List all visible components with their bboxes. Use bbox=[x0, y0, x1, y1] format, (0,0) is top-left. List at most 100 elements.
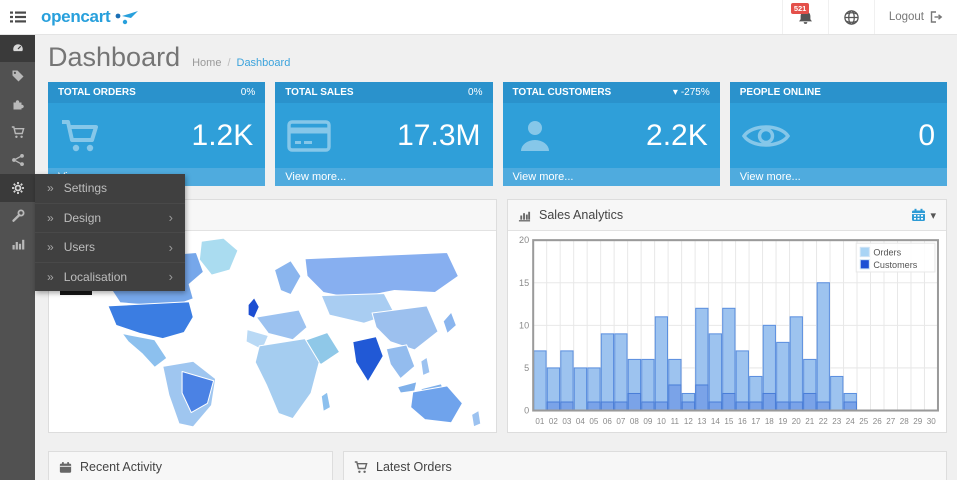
map-uk bbox=[248, 298, 259, 319]
credit-card-icon bbox=[287, 118, 331, 154]
svg-text:09: 09 bbox=[643, 417, 652, 426]
map-russia bbox=[305, 253, 458, 299]
cart-icon bbox=[354, 460, 368, 474]
calendar-icon bbox=[911, 208, 926, 222]
share-icon bbox=[11, 153, 25, 167]
svg-text:05: 05 bbox=[589, 417, 598, 426]
system-submenu: » Settings » Design › » Users › » Locali… bbox=[35, 174, 185, 291]
logo-text: opencart bbox=[41, 7, 110, 27]
gear-icon bbox=[11, 181, 25, 195]
chevron-right-icon: › bbox=[169, 269, 173, 284]
svg-text:Orders: Orders bbox=[873, 247, 901, 257]
sidebar-item-reports[interactable] bbox=[0, 230, 35, 258]
tile-title: TOTAL ORDERS bbox=[58, 87, 136, 98]
panel-title: Recent Activity bbox=[80, 460, 162, 474]
svg-text:21: 21 bbox=[805, 417, 814, 426]
breadcrumb-home[interactable]: Home bbox=[192, 57, 221, 69]
sidebar-item-dashboard[interactable] bbox=[0, 34, 35, 62]
shopping-cart-icon bbox=[60, 116, 104, 156]
submenu-item-design[interactable]: » Design › bbox=[35, 204, 185, 234]
svg-text:0: 0 bbox=[524, 406, 529, 416]
sidebar-item-marketing[interactable] bbox=[0, 146, 35, 174]
svg-text:10: 10 bbox=[657, 417, 666, 426]
svg-text:27: 27 bbox=[886, 417, 895, 426]
logout-button[interactable]: Logout bbox=[874, 0, 957, 34]
caret-down-icon: ▾ bbox=[673, 87, 678, 98]
opencart-logo[interactable]: opencart bbox=[35, 7, 140, 27]
notifications-button[interactable]: 521 bbox=[782, 0, 828, 34]
sidebar-item-sales[interactable] bbox=[0, 118, 35, 146]
logout-icon bbox=[929, 10, 943, 24]
tile-title: TOTAL SALES bbox=[285, 87, 353, 98]
submenu-label: Design bbox=[64, 211, 101, 225]
svg-text:Customers: Customers bbox=[873, 260, 917, 270]
svg-text:16: 16 bbox=[738, 417, 747, 426]
map-philippines bbox=[421, 357, 430, 375]
language-button[interactable] bbox=[828, 0, 874, 34]
svg-text:28: 28 bbox=[900, 417, 909, 426]
tile-value: 1.2K bbox=[192, 119, 254, 153]
map-mexico bbox=[122, 334, 167, 368]
svg-text:18: 18 bbox=[765, 417, 774, 426]
map-se-asia bbox=[386, 345, 414, 379]
svg-text:02: 02 bbox=[549, 417, 558, 426]
map-africa bbox=[255, 339, 319, 419]
submenu-item-settings[interactable]: » Settings bbox=[35, 174, 185, 204]
user-icon bbox=[515, 116, 555, 156]
view-more-link[interactable]: View more... bbox=[503, 168, 720, 186]
tile-title: PEOPLE ONLINE bbox=[740, 87, 821, 98]
date-range-dropdown[interactable]: ▾ bbox=[911, 208, 936, 222]
double-chevron-icon: » bbox=[47, 181, 54, 195]
sales-analytics-header: Sales Analytics ▾ bbox=[508, 200, 946, 231]
view-more-link[interactable]: View more... bbox=[730, 168, 947, 186]
submenu-item-localisation[interactable]: » Localisation › bbox=[35, 263, 185, 292]
menu-toggle-button[interactable] bbox=[0, 0, 35, 34]
tile-total-orders: TOTAL ORDERS 0% 1.2K View more... bbox=[48, 82, 265, 186]
puzzle-icon bbox=[11, 97, 25, 111]
view-more-link[interactable]: View more... bbox=[275, 168, 492, 186]
breadcrumb-separator: / bbox=[227, 57, 230, 69]
sidebar-item-extensions[interactable] bbox=[0, 90, 35, 118]
sidebar-item-system[interactable] bbox=[0, 174, 35, 202]
recent-activity-panel: Recent Activity bbox=[48, 451, 333, 480]
double-chevron-icon: » bbox=[47, 211, 54, 225]
globe-icon bbox=[843, 9, 860, 26]
svg-text:25: 25 bbox=[859, 417, 868, 426]
svg-text:11: 11 bbox=[671, 417, 680, 426]
map-madagascar bbox=[321, 392, 330, 411]
breadcrumb-current[interactable]: Dashboard bbox=[237, 57, 291, 69]
svg-text:08: 08 bbox=[630, 417, 639, 426]
svg-text:5: 5 bbox=[524, 363, 529, 373]
eye-icon bbox=[742, 119, 790, 153]
latest-orders-panel: Latest Orders bbox=[343, 451, 947, 480]
cart-icon bbox=[11, 125, 25, 139]
recent-activity-header: Recent Activity bbox=[49, 452, 332, 480]
sales-analytics-chart: 0510152001020304050607080910111213141516… bbox=[513, 234, 941, 429]
bar-chart-icon bbox=[11, 237, 25, 251]
svg-text:01: 01 bbox=[535, 417, 544, 426]
tile-total-sales: TOTAL SALES 0% 17.3M View more... bbox=[275, 82, 492, 186]
svg-text:29: 29 bbox=[913, 417, 922, 426]
calendar-icon bbox=[59, 461, 72, 474]
bar-chart-icon bbox=[518, 209, 531, 222]
sidebar-item-catalog[interactable] bbox=[0, 62, 35, 90]
svg-text:07: 07 bbox=[616, 417, 625, 426]
svg-text:12: 12 bbox=[684, 417, 693, 426]
svg-text:24: 24 bbox=[846, 417, 855, 426]
map-greenland bbox=[199, 238, 238, 275]
sidebar-item-tools[interactable] bbox=[0, 202, 35, 230]
map-usa bbox=[108, 302, 193, 339]
map-australia bbox=[411, 386, 463, 423]
submenu-item-users[interactable]: » Users › bbox=[35, 233, 185, 263]
submenu-label: Localisation bbox=[64, 270, 127, 284]
tile-title: TOTAL CUSTOMERS bbox=[513, 87, 612, 98]
top-header: opencart 521 Logou bbox=[0, 0, 957, 35]
map-new-zealand bbox=[472, 410, 481, 426]
latest-orders-header: Latest Orders bbox=[344, 452, 946, 480]
logout-label: Logout bbox=[889, 11, 924, 23]
svg-text:30: 30 bbox=[927, 417, 936, 426]
map-japan bbox=[443, 312, 456, 334]
wrench-icon bbox=[11, 209, 25, 223]
submenu-label: Settings bbox=[64, 181, 107, 195]
tile-percent: 0% bbox=[468, 87, 482, 98]
